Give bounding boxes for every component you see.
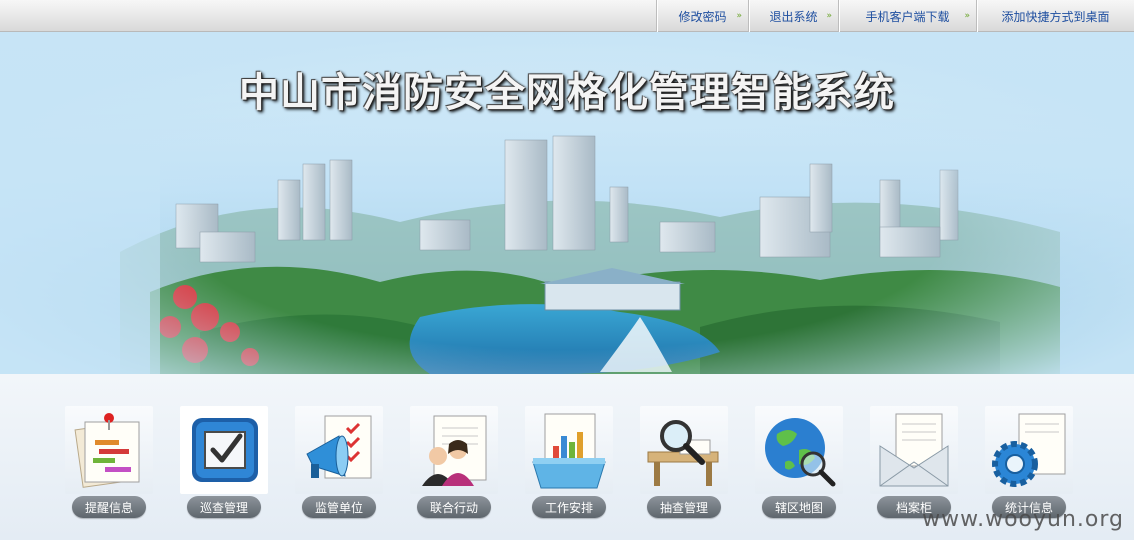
nav-label: 添加快捷方式到桌面 (1001, 9, 1110, 24)
system-title: 中山市消防安全网格化管理智能系统 (239, 70, 895, 116)
module-joint-action[interactable]: 联合行动 (410, 406, 498, 524)
module-supervised-units[interactable]: 监管单位 (295, 406, 383, 524)
megaphone-icon (306, 415, 372, 479)
module-grid: 提醒信息 巡查管理 监管单位 联合行动 工作安排 抽查管理 辖区地图 档案柜 统… (0, 374, 1134, 540)
gear-icon (992, 413, 1066, 487)
city-banner: 中山市消防安全网格化管理智能系统 (0, 32, 1134, 374)
module-work-arrangement[interactable]: 工作安排 (525, 406, 613, 524)
chart-folder-icon (532, 413, 606, 489)
globe-icon (765, 418, 836, 487)
module-label: 辖区地图 (762, 496, 836, 518)
logout-link[interactable]: 退出系统 » (748, 0, 838, 32)
module-label: 工作安排 (532, 496, 606, 518)
nav-label: 修改密码 (678, 9, 727, 24)
mobile-client-download-link[interactable]: 手机客户端下载 » (838, 0, 976, 32)
nav-label: 退出系统 (769, 9, 818, 24)
checkbox-icon (192, 418, 258, 482)
module-label: 提醒信息 (72, 496, 146, 518)
module-label: 巡查管理 (187, 496, 261, 518)
mail-icon (879, 413, 949, 487)
module-reminder-info[interactable]: 提醒信息 (65, 406, 153, 524)
watermark-text: www.wooyun.org (922, 507, 1124, 532)
module-spot-check-management[interactable]: 抽查管理 (640, 406, 728, 524)
double-arrow-icon: » (826, 11, 832, 21)
nav-label: 手机客户端下载 (865, 9, 950, 24)
top-nav: 修改密码 » 退出系统 » 手机客户端下载 » 添加快捷方式到桌面 (656, 0, 1134, 32)
double-arrow-icon: » (964, 11, 970, 21)
module-label: 监管单位 (302, 496, 376, 518)
magnifier-icon (647, 420, 719, 486)
reminder-icon (74, 413, 140, 488)
module-patrol-management[interactable]: 巡查管理 (180, 406, 268, 524)
double-arrow-icon: » (736, 11, 742, 21)
top-bar: 修改密码 » 退出系统 » 手机客户端下载 » 添加快捷方式到桌面 (0, 0, 1134, 32)
people-icon (422, 415, 487, 486)
change-password-link[interactable]: 修改密码 » (656, 0, 748, 32)
module-district-map[interactable]: 辖区地图 (755, 406, 843, 524)
module-label: 联合行动 (417, 496, 491, 518)
module-label: 抽查管理 (647, 496, 721, 518)
add-desktop-shortcut-link[interactable]: 添加快捷方式到桌面 (976, 0, 1134, 32)
